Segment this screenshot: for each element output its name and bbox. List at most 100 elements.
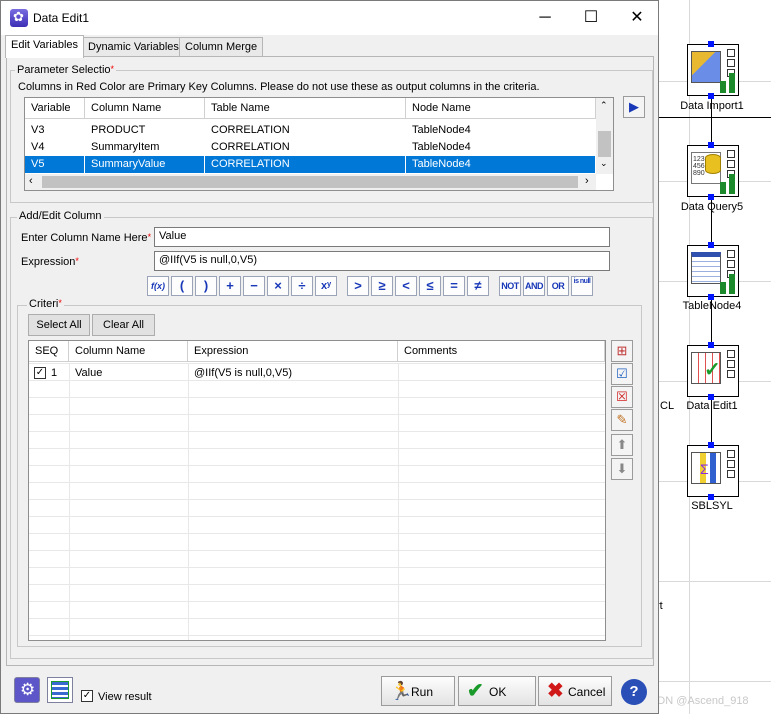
primary-key-note: Columns in Red Color are Primary Key Col… — [18, 81, 540, 93]
eraser-icon: ✎ — [616, 412, 628, 427]
gear-icon: ⚙ — [20, 680, 36, 699]
data-edit-icon: ✓ — [691, 352, 721, 384]
table-row-selected[interactable]: V5 SummaryValue CORRELATION TableNode4 — [25, 156, 596, 173]
cancel-icon: ✖ — [547, 680, 564, 702]
comments-cell — [398, 365, 410, 382]
sblsyl-node[interactable]: Σ — [687, 442, 739, 500]
close-paren-button[interactable]: ) — [195, 276, 217, 296]
data-import-node[interactable] — [687, 41, 739, 99]
scroll-right-icon[interactable]: › — [585, 175, 589, 187]
add-parameter-button[interactable]: ▶ — [623, 96, 645, 118]
cell: V3 — [31, 124, 45, 136]
data-edit-dialog: Data Edit1 ─ ☐ ✕ Edit Variables Dynamic … — [0, 0, 659, 714]
less-than-button[interactable]: < — [395, 276, 417, 296]
delete-criteria-button[interactable]: ☒ — [611, 386, 633, 408]
not-equal-button[interactable]: ≠ — [467, 276, 489, 296]
scroll-thumb[interactable] — [598, 131, 611, 157]
criteria-table[interactable]: SEQ Column Name Expression Comments ✓ 1 … — [28, 340, 606, 641]
column-header[interactable]: Comments — [398, 341, 605, 362]
scroll-thumb[interactable] — [42, 176, 578, 188]
expression-input[interactable]: @IIf(V5 is null,0,V5) — [154, 251, 610, 271]
column-header[interactable]: Table Name — [205, 98, 406, 119]
view-result-checkbox[interactable]: ✓ — [81, 690, 93, 702]
add-criteria-button[interactable]: ⊞ — [611, 340, 633, 362]
database-icon — [705, 154, 721, 174]
close-button[interactable]: ✕ — [614, 1, 660, 35]
column-header[interactable]: SEQ — [29, 341, 69, 362]
column-name-input[interactable]: Value — [154, 227, 610, 247]
help-button[interactable]: ? — [621, 679, 647, 705]
cell: TableNode4 — [412, 124, 471, 136]
column-header[interactable]: Column Name — [69, 341, 188, 362]
run-icon: 🏃 — [390, 681, 413, 701]
table-row[interactable]: V3 PRODUCT CORRELATION TableNode4 — [25, 122, 596, 139]
data-import-icon — [691, 51, 721, 83]
help-icon: ? — [629, 683, 639, 700]
cell: V4 — [31, 141, 45, 153]
power-button[interactable]: xʸ — [315, 276, 337, 296]
edit-criteria-button[interactable]: ☑ — [611, 363, 633, 385]
or-button[interactable]: OR — [547, 276, 569, 296]
play-icon: ▶ — [629, 99, 639, 114]
title-bar[interactable]: Data Edit1 ─ ☐ ✕ — [1, 1, 658, 35]
scroll-down-icon[interactable]: ⌄ — [600, 158, 608, 169]
parameter-table[interactable]: Variable Column Name Table Name Node Nam… — [24, 97, 614, 191]
maximize-button[interactable]: ☐ — [568, 1, 614, 35]
clear-all-button[interactable]: Clear All — [92, 314, 155, 336]
cell: SummaryItem — [91, 141, 160, 153]
tab-edit-variables[interactable]: Edit Variables — [5, 35, 85, 58]
node-label: Data Import1 — [680, 100, 744, 112]
open-paren-button[interactable]: ( — [171, 276, 193, 296]
less-equal-button[interactable]: ≤ — [419, 276, 441, 296]
delete-row-icon: ☒ — [616, 389, 628, 404]
expression-cell: @IIf(V5 is null,0,V5) — [194, 367, 292, 379]
equals-button[interactable]: = — [443, 276, 465, 296]
cancel-button[interactable]: ✖ Cancel — [538, 676, 612, 706]
node-label: Data Query5 — [680, 201, 744, 213]
divide-button[interactable]: ÷ — [291, 276, 313, 296]
move-up-button[interactable]: ⬆ — [611, 434, 633, 456]
data-query-node[interactable]: 123 4561 890 — [687, 142, 739, 200]
scroll-left-icon[interactable]: ‹ — [29, 175, 33, 187]
seq-cell: 1 — [51, 367, 58, 379]
data-edit-node[interactable]: ✓ — [687, 342, 739, 400]
tab-dynamic-variables[interactable]: Dynamic Variables — [82, 37, 185, 57]
plus-button[interactable]: + — [219, 276, 241, 296]
result-view-button[interactable] — [47, 677, 73, 703]
and-button[interactable]: AND — [523, 276, 545, 296]
vertical-scrollbar[interactable]: ⌃ ⌄ — [596, 98, 613, 174]
criteria-row[interactable]: ✓ 1 Value @IIf(V5 is null,0,V5) — [29, 365, 605, 382]
greater-equal-button[interactable]: ≥ — [371, 276, 393, 296]
multiply-button[interactable]: × — [267, 276, 289, 296]
table-node[interactable] — [687, 242, 739, 300]
is-null-button[interactable]: is null — [571, 276, 593, 296]
horizontal-scrollbar[interactable]: ‹ › — [25, 174, 596, 190]
arrow-up-icon: ⬆ — [616, 437, 628, 452]
run-button[interactable]: 🏃 Run — [381, 676, 455, 706]
view-result-label: View result — [98, 691, 152, 703]
move-down-button[interactable]: ⬇ — [611, 458, 633, 480]
minimize-button[interactable]: ─ — [522, 1, 568, 35]
tab-column-merge[interactable]: Column Merge — [179, 37, 264, 57]
cell: CORRELATION — [211, 141, 290, 153]
column-header[interactable]: Column Name — [85, 98, 205, 119]
expression-label: Expression* — [21, 256, 79, 268]
function-button[interactable]: f(x) — [147, 276, 169, 296]
node-label: SBLSYL — [691, 500, 733, 512]
window-title: Data Edit1 — [33, 11, 90, 25]
scroll-up-icon[interactable]: ⌃ — [600, 100, 608, 111]
select-all-button[interactable]: Select All — [28, 314, 90, 336]
cell: V5 — [25, 156, 85, 173]
column-header[interactable]: Expression — [188, 341, 398, 362]
table-row[interactable]: V4 SummaryItem CORRELATION TableNode4 — [25, 139, 596, 156]
column-header[interactable]: Node Name — [406, 98, 596, 119]
greater-than-button[interactable]: > — [347, 276, 369, 296]
column-header[interactable]: Variable — [25, 98, 85, 119]
settings-button[interactable]: ⚙ — [14, 677, 40, 703]
chart-icon: Σ — [691, 452, 721, 484]
clear-criteria-button[interactable]: ✎ — [611, 409, 633, 431]
minus-button[interactable]: − — [243, 276, 265, 296]
ok-button[interactable]: ✔ OK — [458, 676, 536, 706]
not-button[interactable]: NOT — [499, 276, 521, 296]
cell: TableNode4 — [406, 156, 596, 173]
